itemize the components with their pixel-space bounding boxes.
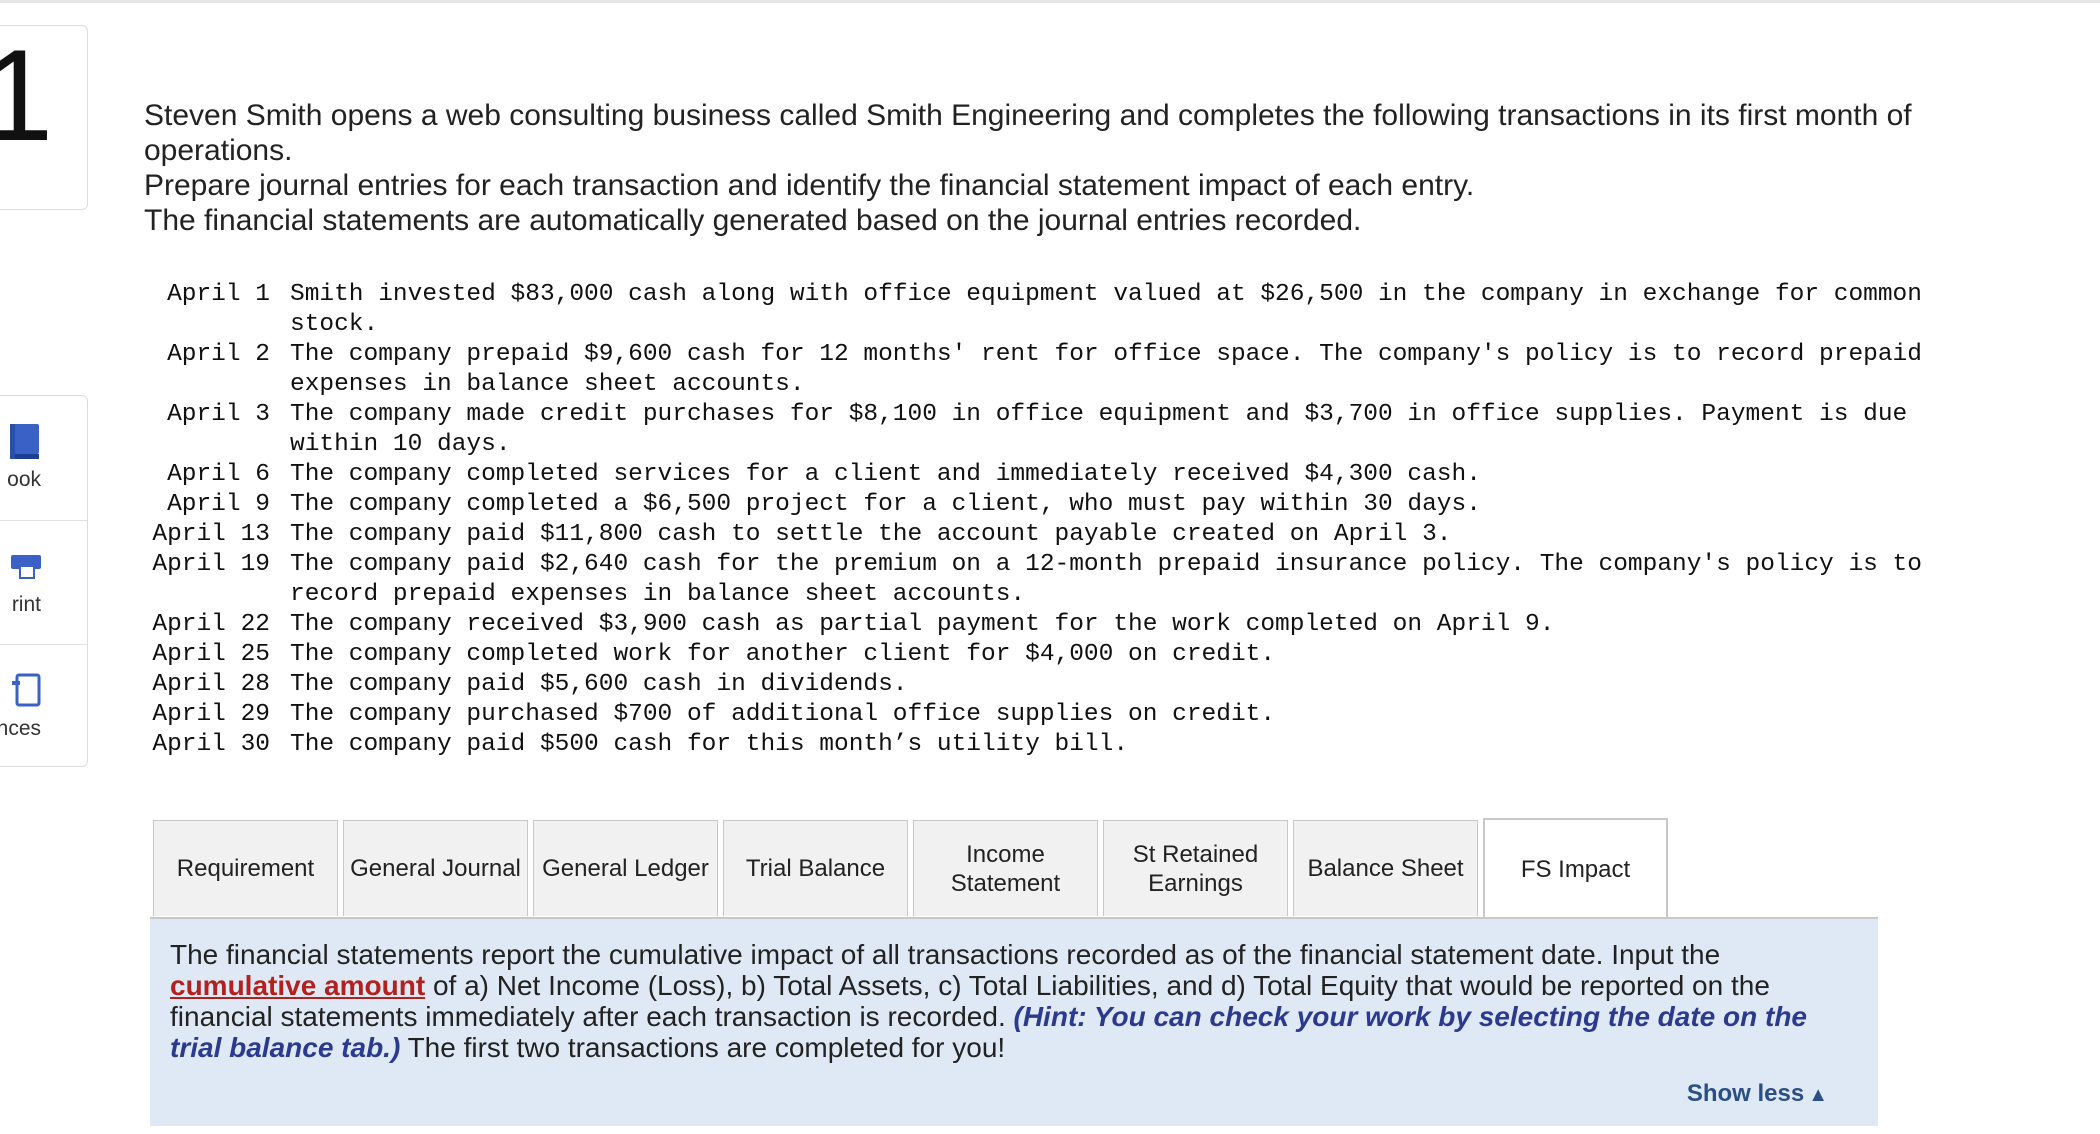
ebook-label: ook [7, 468, 41, 491]
transaction-row: April 30 The company paid $500 cash for … [140, 730, 2040, 760]
transaction-text: The company completed work for another c… [290, 641, 1276, 668]
transaction-text: The company made credit purchases for $8… [290, 401, 1908, 458]
transaction-row: April 2 The company prepaid $9,600 cash … [140, 340, 2040, 400]
transaction-row: April 29 The company purchased $700 of a… [140, 700, 2040, 730]
tab-requirement[interactable]: Requirement [153, 820, 338, 916]
show-less-label: Show less [1686, 1080, 1805, 1107]
caret-up-icon: ▲ [1808, 1084, 1828, 1106]
transaction-text: The company purchased $700 of additional… [290, 701, 1276, 728]
transaction-row: April 25 The company completed work for … [140, 640, 2040, 670]
book-icon [10, 424, 39, 459]
show-less-button[interactable]: Show less ▲ [1687, 1080, 1828, 1108]
transaction-date: April 19 [152, 551, 270, 578]
transaction-date: April 25 [152, 641, 270, 668]
references-button[interactable]: rences [0, 644, 87, 766]
transaction-text: Smith invested $83,000 cash along with o… [290, 281, 1922, 338]
transaction-row: April 3 The company made credit purchase… [140, 400, 2040, 460]
transaction-date: April 29 [152, 701, 270, 728]
print-button[interactable]: rint [0, 520, 87, 644]
tab-fs-impact[interactable]: FS Impact [1483, 818, 1668, 918]
transaction-row: April 22 The company received $3,900 cas… [140, 610, 2040, 640]
transaction-date: April 22 [152, 611, 270, 638]
intro-line-2: Prepare journal entries for each transac… [144, 169, 1475, 202]
transaction-text: The company paid $5,600 cash in dividend… [290, 671, 908, 698]
transaction-row: April 13 The company paid $11,800 cash t… [140, 520, 2040, 550]
tab-income-statement[interactable]: Income Statement [913, 820, 1098, 916]
question-number: 1 [0, 30, 53, 160]
ebook-button[interactable]: ook [0, 396, 87, 520]
print-label: rint [11, 593, 41, 616]
transaction-row: April 19 The company paid $2,640 cash fo… [140, 550, 2040, 610]
transaction-row: April 1 Smith invested $83,000 cash alon… [140, 280, 2040, 340]
transaction-date: April 3 [167, 401, 270, 428]
transaction-date: April 9 [167, 491, 270, 518]
tools-panel: ook rint rences [0, 395, 88, 767]
transaction-date: April 28 [152, 671, 270, 698]
tab-st-retained-earnings[interactable]: St Retained Earnings [1103, 820, 1288, 916]
transaction-row: April 9 The company completed a $6,500 p… [140, 490, 2040, 520]
print-icon [11, 555, 41, 579]
transaction-date: April 13 [152, 521, 270, 548]
transaction-text: The company completed a $6,500 project f… [290, 491, 1481, 518]
transaction-text: The company received $3,900 cash as part… [290, 611, 1555, 638]
fs-impact-instructions-panel: The financial statements report the cumu… [150, 917, 1878, 1126]
transactions-list: April 1 Smith invested $83,000 cash alon… [140, 280, 2040, 760]
transaction-text: The company prepaid $9,600 cash for 12 m… [290, 341, 1922, 398]
top-divider [0, 0, 2100, 3]
tab-general-journal[interactable]: General Journal [343, 820, 528, 916]
transaction-date: April 6 [167, 461, 270, 488]
transaction-text: The company paid $2,640 cash for the pre… [290, 551, 1922, 608]
tab-balance-sheet[interactable]: Balance Sheet [1293, 820, 1478, 916]
question-intro: Steven Smith opens a web consulting busi… [144, 98, 2044, 238]
transaction-date: April 1 [167, 281, 270, 308]
instructions-text-part-1: The financial statements report the cumu… [170, 939, 1721, 970]
transaction-date: April 30 [152, 731, 270, 758]
transaction-date: April 2 [167, 341, 270, 368]
instructions-text-part-3: The first two transactions are completed… [400, 1032, 1006, 1063]
transaction-row: April 28 The company paid $5,600 cash in… [140, 670, 2040, 700]
tab-general-ledger[interactable]: General Ledger [533, 820, 718, 916]
intro-line-3: The financial statements are automatical… [144, 204, 1362, 237]
question-number-card: 1 [0, 25, 88, 210]
transaction-text: The company paid $11,800 cash to settle … [290, 521, 1452, 548]
instructions-text: The financial statements report the cumu… [170, 939, 1860, 1063]
references-icon [12, 673, 41, 707]
transaction-text: The company completed services for a cli… [290, 461, 1481, 488]
intro-line-1: Steven Smith opens a web consulting busi… [144, 99, 1912, 167]
tab-trial-balance[interactable]: Trial Balance [723, 820, 908, 916]
cumulative-amount-link[interactable]: cumulative amount [170, 970, 425, 1001]
transaction-text: The company paid $500 cash for this mont… [290, 731, 1129, 758]
references-label: rences [0, 717, 41, 740]
transaction-row: April 6 The company completed services f… [140, 460, 2040, 490]
